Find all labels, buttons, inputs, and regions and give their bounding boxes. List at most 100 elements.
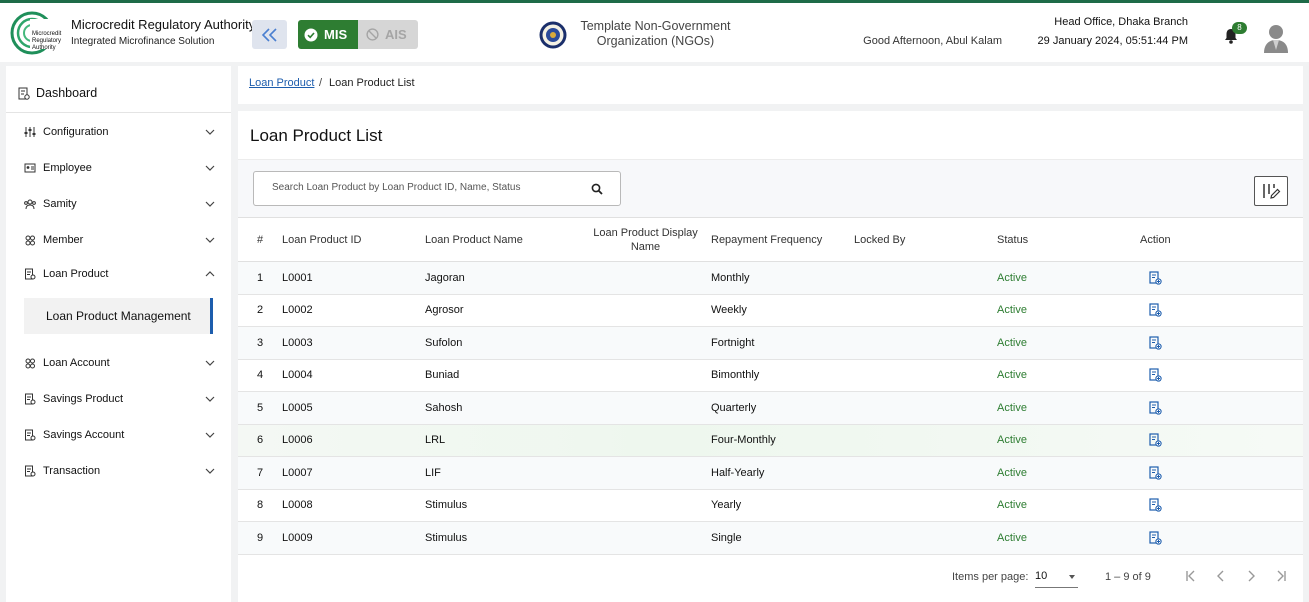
breadcrumb: Loan Product / Loan Product List [238,66,1303,104]
column-header-status[interactable]: Status [997,218,1140,262]
edit-document-icon[interactable] [1148,466,1162,480]
chevron-down-icon [205,432,215,438]
sidebar-item-label: Samity [43,198,77,210]
row-number: 9 [257,531,264,544]
sidebar-item-savings-product[interactable]: Savings Product [24,389,218,409]
edit-document-icon[interactable] [1148,303,1162,317]
ais-label: AIS [385,27,407,42]
mis-label: MIS [324,27,348,42]
cell-loan-product-name: LIF [425,466,441,479]
sidebar-item-loan-product[interactable]: Loan Product [24,264,218,284]
search-input[interactable] [272,182,572,193]
cell-repayment-frequency: Four-Monthly [711,434,776,447]
page-title: Loan Product List [250,126,383,145]
column-header-loan-product-id[interactable]: Loan Product ID [282,218,425,262]
table-row[interactable]: 2 L0002 Agrosor Weekly Active [238,294,1303,327]
members-icon [25,235,35,246]
table-header-row: # Loan Product ID Loan Product Name Loan… [238,217,1303,262]
sidebar-item-loan-account[interactable]: Loan Account [24,353,218,373]
document-icon [25,393,36,405]
column-header-loan-product-name[interactable]: Loan Product Name [425,218,580,262]
logo-line-3: Authority [32,45,56,51]
cell-locked-by [854,262,997,295]
sidebar-item-label: Savings Product [43,393,124,405]
column-header-action: Action [1140,233,1171,246]
sidebar-item-member[interactable]: Member [24,230,218,250]
breadcrumb-link-loan-product[interactable]: Loan Product [249,77,314,89]
table-row[interactable]: 4 L0004 Buniad Bimonthly Active [238,359,1303,392]
table-row[interactable]: 8 L0008 Stimulus Yearly Active [238,489,1303,522]
cell-repayment-frequency: Weekly [711,304,747,317]
cell-status: Active [997,466,1027,479]
table-row[interactable]: 5 L0005 Sahosh Quarterly Active [238,391,1303,425]
sidebar-item-dashboard[interactable]: Dashboard [18,86,97,100]
sidebar-item-label: Savings Account [43,429,125,441]
chevron-down-icon [205,165,215,171]
sidebar-item-transaction[interactable]: Transaction [24,461,218,481]
cell-display-name [580,392,711,425]
search-icon[interactable] [591,183,603,195]
table-row[interactable]: 6 L0006 LRL Four-Monthly Active [238,424,1303,457]
last-page-icon[interactable] [1273,568,1289,584]
pagination: Items per page: 10 1 – 9 of 9 [238,560,1303,594]
edit-document-icon[interactable] [1148,368,1162,382]
mis-toggle-button[interactable]: MIS [298,20,358,49]
cell-status: Active [997,434,1027,447]
sidebar-item-configuration[interactable]: Configuration [24,122,218,142]
cell-locked-by [854,522,997,555]
user-avatar-icon[interactable] [1262,23,1290,53]
cell-repayment-frequency: Fortnight [711,336,755,349]
cell-loan-product-name: Stimulus [425,499,468,512]
column-settings-button[interactable] [1254,176,1288,206]
dashboard-icon [18,87,30,100]
cell-repayment-frequency: Quarterly [711,401,757,414]
document-icon [25,268,36,280]
sidebar-item-label: Transaction [43,465,101,477]
breadcrumb-current: Loan Product List [329,77,415,89]
edit-document-icon[interactable] [1148,498,1162,512]
cell-loan-product-id: L0009 [282,531,313,544]
chevron-down-icon [205,360,215,366]
cell-action [1140,262,1303,295]
previous-page-icon[interactable] [1213,568,1229,584]
sidebar-collapse-button[interactable] [252,20,287,49]
cell-display-name [580,294,711,327]
sidebar: Dashboard Configuration Employee Samity … [6,66,231,602]
cell-repayment-frequency: Bimonthly [711,369,760,382]
table-row[interactable]: 7 L0007 LIF Half-Yearly Active [238,456,1303,489]
cell-locked-by [854,392,997,425]
logo-line-2: Regulatory [32,38,61,44]
sidebar-item-samity[interactable]: Samity [24,194,218,214]
table-row[interactable]: 1 L0001 Jagoran Monthly Active [238,261,1303,295]
edit-document-icon[interactable] [1148,271,1162,285]
row-number: 3 [257,336,264,349]
chevron-down-icon [205,237,215,243]
row-number: 6 [257,434,264,447]
first-page-icon[interactable] [1183,568,1199,584]
double-chevron-left-icon [261,27,277,42]
cell-display-name [580,359,711,392]
edit-columns-icon [1263,184,1281,199]
table-row[interactable]: 9 L0009 Stimulus Single Active [238,521,1303,555]
cell-loan-product-id: L0004 [282,369,313,382]
edit-document-icon[interactable] [1148,531,1162,545]
edit-document-icon[interactable] [1148,401,1162,415]
edit-document-icon[interactable] [1148,433,1162,447]
cell-display-name [580,424,711,457]
cell-status: Active [997,304,1027,317]
sidebar-item-savings-account[interactable]: Savings Account [24,425,218,445]
ais-toggle-button[interactable]: AIS [358,20,418,49]
sidebar-item-employee[interactable]: Employee [24,158,218,178]
edit-document-icon[interactable] [1148,336,1162,350]
column-header-locked-by[interactable]: Locked By [854,218,997,262]
column-header-display-name[interactable]: Loan Product Display Name [580,218,711,262]
cell-display-name [580,327,711,360]
chevron-down-icon [205,468,215,474]
sidebar-item-label: Member [43,234,84,246]
next-page-icon[interactable] [1243,568,1259,584]
items-per-page-label: Items per page: [952,571,1029,583]
table-row[interactable]: 3 L0003 Sufolon Fortnight Active [238,326,1303,360]
members-icon [25,358,35,369]
column-header-repayment-frequency[interactable]: Repayment Frequency [711,218,854,262]
sidebar-subitem-loan-product-management[interactable]: Loan Product Management [24,298,213,334]
